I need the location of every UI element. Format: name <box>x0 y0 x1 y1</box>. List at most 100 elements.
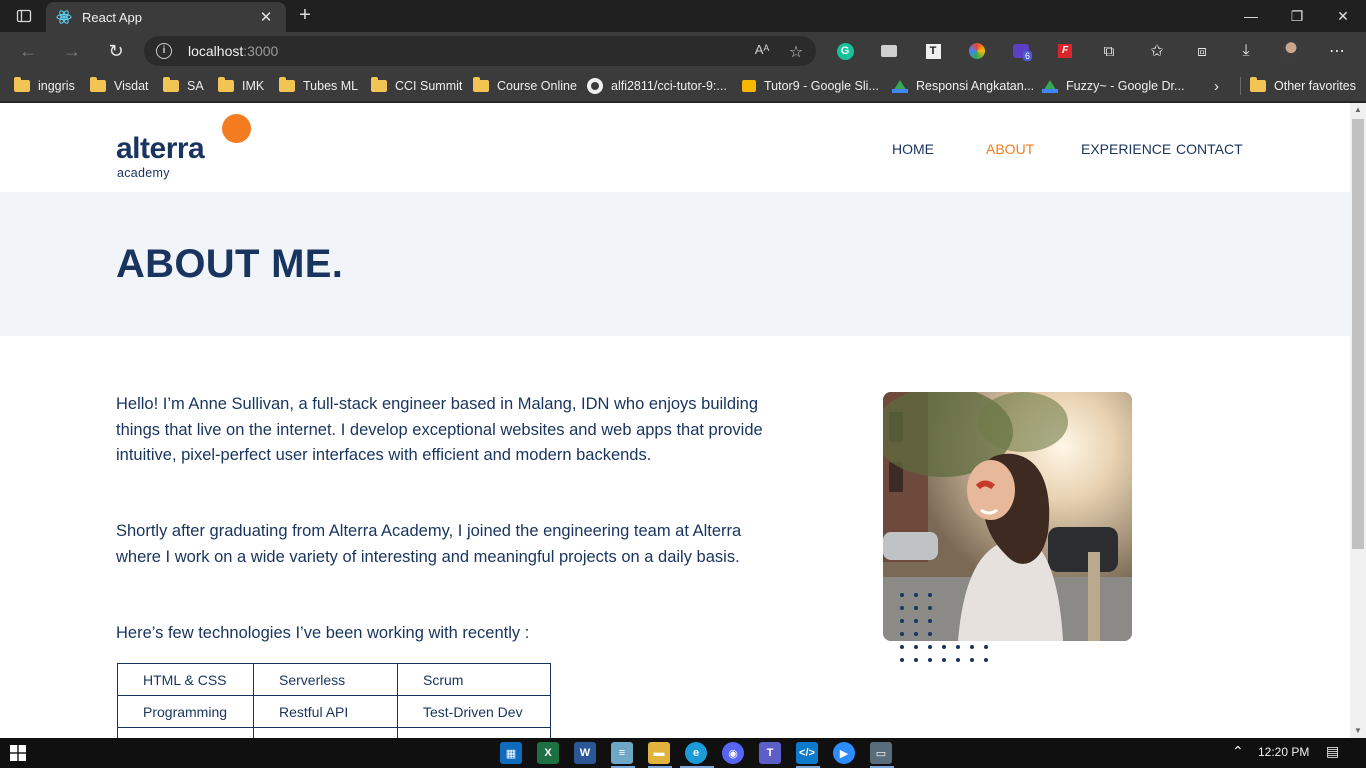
read-aloud-icon[interactable]: Aᴬ <box>752 42 772 60</box>
folder-icon <box>90 77 106 92</box>
folder-icon <box>163 77 179 92</box>
logo-subtitle: academy <box>117 166 170 180</box>
bookmark-course-online[interactable]: Course Online <box>473 76 577 96</box>
browser-tab[interactable]: React App ✕ <box>46 2 286 32</box>
scroll-up-icon[interactable]: ▲ <box>1350 103 1366 117</box>
bookmarks-bar: inggris Visdat SA IMK Tubes ML CCI Summi… <box>0 70 1366 102</box>
back-arrow-icon[interactable]: ← <box>14 38 42 64</box>
restore-icon[interactable]: ❐ <box>1274 0 1320 32</box>
file-explorer-icon[interactable]: ▬ <box>648 742 670 764</box>
bookmark-visdat[interactable]: Visdat <box>90 76 149 96</box>
bookmark-responsi[interactable]: Responsi Angkatan... <box>892 76 1034 96</box>
new-tab-button[interactable]: + <box>292 4 318 28</box>
add-favorite-icon[interactable]: ☆ <box>786 42 806 61</box>
decorative-dot <box>928 632 932 636</box>
nav-home[interactable]: HOME <box>892 141 934 157</box>
downloads-icon[interactable]: ⤓ <box>1236 41 1256 61</box>
grammarly-icon[interactable]: G <box>835 41 855 61</box>
nav-about[interactable]: ABOUT <box>986 141 1034 157</box>
technologies-intro: Here’s few technologies I’ve been workin… <box>116 624 530 642</box>
drive-icon <box>1042 79 1058 93</box>
address-bar[interactable]: i localhost:3000 Aᴬ ☆ <box>144 36 816 66</box>
bookmark-github[interactable]: alfi2811/cci-tutor-9:... <box>587 76 727 96</box>
windows-taskbar: ▦ X W ≡ ▬ e ◉ T </> ▶ ▭ ⌃ 12:20 PM ▤ <box>0 738 1366 768</box>
folder-icon <box>473 77 489 92</box>
windows-start-icon[interactable] <box>10 745 26 761</box>
nav-contact[interactable]: CONTACT <box>1176 141 1243 157</box>
decorative-dot <box>928 606 932 610</box>
decorative-dot <box>984 658 988 662</box>
bookmark-fuzzy[interactable]: Fuzzy~ - Google Dr... <box>1042 76 1184 96</box>
camera-icon[interactable] <box>879 41 899 61</box>
folder-icon <box>218 77 234 92</box>
decorative-dot <box>942 645 946 649</box>
clock[interactable]: 12:20 PM <box>1258 745 1309 759</box>
flash-icon[interactable]: F <box>1055 41 1075 61</box>
table-row: HTML & CSS Serverless Scrum <box>117 663 551 696</box>
decorative-dot <box>900 632 904 636</box>
more-menu-icon[interactable]: ⋯ <box>1327 41 1347 61</box>
bookmark-sa[interactable]: SA <box>163 76 204 96</box>
folder-icon <box>14 77 30 92</box>
remote-desktop-icon[interactable]: ▭ <box>870 742 892 764</box>
decorative-dot <box>928 658 932 662</box>
decorative-dot <box>928 645 932 649</box>
bookmark-inggris[interactable]: inggris <box>14 76 75 96</box>
zoom-icon[interactable]: ▶ <box>833 742 855 764</box>
edge-icon[interactable]: e <box>685 742 707 764</box>
folder-icon <box>371 77 387 92</box>
other-favorites[interactable]: Other favorites <box>1250 76 1356 96</box>
bookmark-imk[interactable]: IMK <box>218 76 264 96</box>
profile-avatar[interactable] <box>1281 40 1301 62</box>
about-hero: ABOUT ME. <box>0 192 1350 336</box>
decorative-dot <box>942 658 946 662</box>
refresh-icon[interactable]: ↻ <box>102 38 130 64</box>
nav-experience[interactable]: EXPERIENCE <box>1081 141 1171 157</box>
url-port: :3000 <box>243 43 279 59</box>
bookmark-cci-summit[interactable]: CCI Summit <box>371 76 462 96</box>
color-picker-icon[interactable] <box>967 41 987 61</box>
forward-arrow-icon[interactable]: → <box>58 38 86 64</box>
decorative-dot <box>914 632 918 636</box>
extensions-puzzle-icon[interactable]: ⧉ <box>1099 41 1119 61</box>
tray-chevron-up-icon[interactable]: ⌃ <box>1232 743 1244 760</box>
vscode-icon[interactable]: </> <box>796 742 818 764</box>
notepad-icon[interactable]: ≡ <box>611 742 633 764</box>
decorative-dot <box>914 619 918 623</box>
decorative-dot <box>900 658 904 662</box>
decorative-dot <box>900 619 904 623</box>
table-cell: Programming <box>117 695 254 728</box>
close-tab-icon[interactable]: ✕ <box>256 8 276 26</box>
collections-icon[interactable]: ⧈ <box>1192 41 1212 61</box>
scrollbar-thumb[interactable] <box>1352 119 1364 549</box>
decorative-dot <box>900 606 904 610</box>
folder-icon <box>279 77 295 92</box>
browser-titlebar: React App ✕ + — ❐ ✕ <box>0 0 1366 32</box>
scroll-down-icon[interactable]: ▼ <box>1350 724 1366 738</box>
decorative-dot <box>928 593 932 597</box>
bookmarks-overflow-chevron-icon[interactable]: › <box>1214 76 1219 96</box>
favorites-icon[interactable]: ✩ <box>1147 41 1167 61</box>
discord-icon[interactable]: ◉ <box>722 742 744 764</box>
alterra-logo[interactable]: alterra academy <box>116 114 256 184</box>
notifications-icon[interactable]: ▤ <box>1326 743 1339 760</box>
table-cell <box>253 727 398 738</box>
slides-icon <box>742 80 756 92</box>
site-info-icon[interactable]: i <box>156 43 172 59</box>
teams-icon[interactable]: T <box>759 742 781 764</box>
bookmark-tutor9[interactable]: Tutor9 - Google Sli... <box>742 76 879 96</box>
drive-icon <box>892 79 908 93</box>
tab-actions-icon[interactable] <box>8 4 40 28</box>
extension-badge-icon[interactable]: 6 <box>1011 41 1033 61</box>
excel-icon[interactable]: X <box>537 742 559 764</box>
word-icon[interactable]: W <box>574 742 596 764</box>
notion-icon[interactable]: T <box>923 41 943 61</box>
url-host: localhost <box>188 43 244 59</box>
page-scrollbar[interactable]: ▲ ▼ <box>1350 103 1366 738</box>
table-cell: Restful API <box>253 695 398 728</box>
minimize-icon[interactable]: — <box>1228 0 1274 32</box>
window-close-icon[interactable]: ✕ <box>1320 0 1366 32</box>
microsoft-store-icon[interactable]: ▦ <box>500 742 522 764</box>
bookmark-tubes-ml[interactable]: Tubes ML <box>279 76 358 96</box>
table-cell: HTML & CSS <box>117 663 254 696</box>
